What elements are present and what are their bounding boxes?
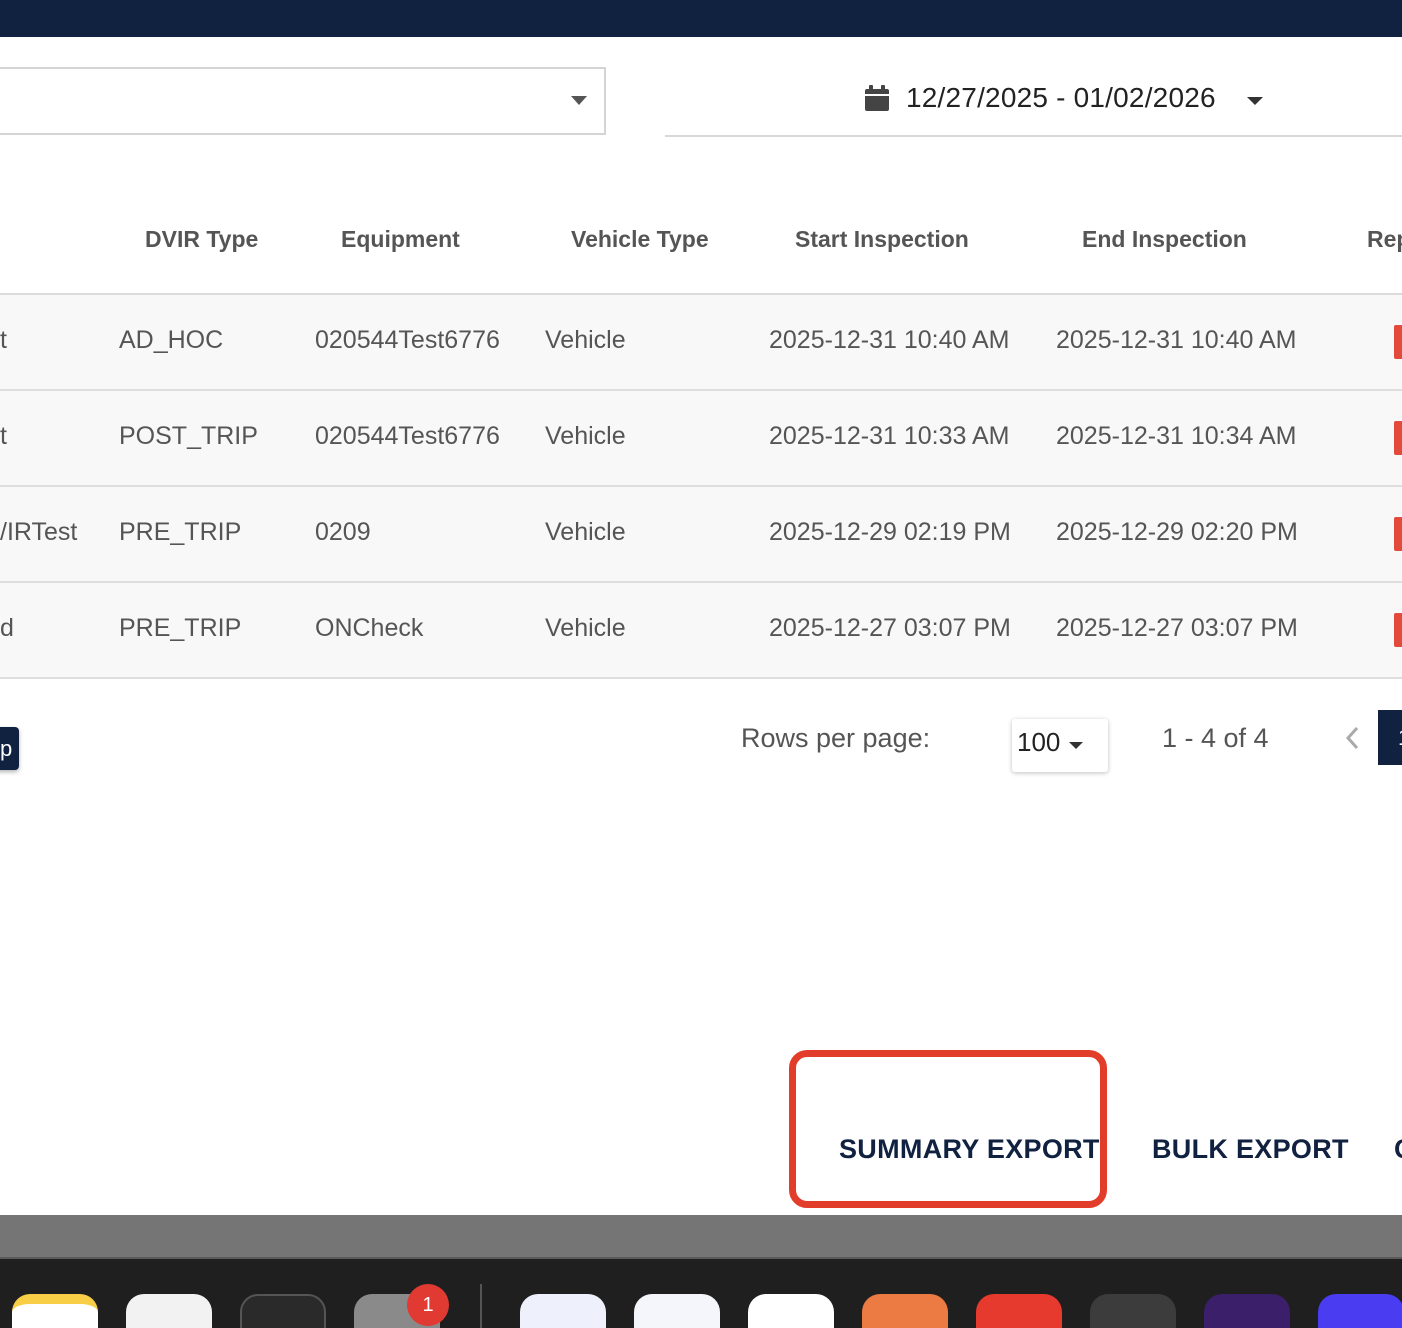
cell-dvir-type: POST_TRIP [119, 422, 258, 450]
pdf-report-icon[interactable] [1394, 421, 1402, 455]
calendar-icon [865, 85, 889, 111]
macos-dock: 1 [0, 1259, 1402, 1328]
cell-end-inspection: 2025-12-29 02:20 PM [1056, 518, 1298, 546]
table-row[interactable]: d PRE_TRIP ONCheck Vehicle 2025-12-27 03… [0, 583, 1402, 679]
cell-dvir-type: AD_HOC [119, 326, 224, 354]
cell-equipment: 020544Test6776 [315, 326, 500, 354]
cell-driver: t [0, 422, 7, 450]
cell-equipment: 0209 [315, 518, 371, 546]
postman-app-icon[interactable] [862, 1294, 948, 1328]
notification-badge: 1 [407, 1284, 449, 1326]
driver-select[interactable] [0, 67, 606, 135]
column-header-start-inspection[interactable]: Start Inspection [795, 226, 969, 253]
cell-vehicle-type: Vehicle [545, 422, 626, 450]
pdf-report-icon[interactable] [1394, 613, 1402, 647]
browser-bottom-bar [0, 1215, 1402, 1259]
table-row[interactable]: t POST_TRIP 020544Test6776 Vehicle 2025-… [0, 391, 1402, 487]
cell-dvir-type: PRE_TRIP [119, 518, 242, 546]
sublime-app-icon[interactable] [1090, 1294, 1176, 1328]
cell-end-inspection: 2025-12-31 10:34 AM [1056, 422, 1297, 450]
column-header-equipment[interactable]: Equipment [341, 226, 460, 253]
intellij-app-icon[interactable] [1318, 1294, 1402, 1328]
bulk-export-button[interactable]: BULK EXPORT [1152, 1134, 1349, 1165]
page-number-button[interactable]: 1 [1378, 710, 1402, 765]
pdf-report-icon[interactable] [1394, 325, 1402, 359]
table-row[interactable]: t AD_HOC 020544Test6776 Vehicle 2025-12-… [0, 295, 1402, 391]
cell-driver: t [0, 326, 7, 354]
cell-end-inspection: 2025-12-27 03:07 PM [1056, 614, 1298, 642]
cell-start-inspection: 2025-12-29 02:19 PM [769, 518, 1011, 546]
cell-equipment: 020544Test6776 [315, 422, 500, 450]
pdf-report-icon[interactable] [1394, 517, 1402, 551]
date-range-caret-icon[interactable] [1247, 97, 1263, 105]
top-app-bar [0, 0, 1402, 37]
summary-export-button[interactable]: SUMMARY EXPORT [839, 1134, 1100, 1165]
teams-app-icon[interactable] [520, 1294, 606, 1328]
date-range-text[interactable]: 12/27/2025 - 01/02/2026 [906, 82, 1216, 114]
column-header-report[interactable]: Rep [1367, 226, 1402, 253]
left-action-button[interactable]: p [0, 727, 19, 770]
stack-app-icon[interactable] [634, 1294, 720, 1328]
cell-driver: d [0, 614, 14, 642]
red-app-icon[interactable] [976, 1294, 1062, 1328]
cell-end-inspection: 2025-12-31 10:40 AM [1056, 326, 1297, 354]
cell-dvir-type: PRE_TRIP [119, 614, 242, 642]
cell-start-inspection: 2025-12-31 10:33 AM [769, 422, 1010, 450]
dock-separator [480, 1284, 482, 1328]
pagination-range: 1 - 4 of 4 [1162, 723, 1269, 753]
cell-vehicle-type: Vehicle [545, 614, 626, 642]
cell-vehicle-type: Vehicle [545, 518, 626, 546]
rows-per-page-label: Rows per page: [741, 723, 931, 753]
export-button-cut[interactable]: C [1394, 1134, 1402, 1165]
rows-per-page-value: 100 [1017, 727, 1061, 757]
annotation-highlight-box [789, 1050, 1107, 1208]
column-header-vehicle-type[interactable]: Vehicle Type [571, 226, 709, 253]
column-header-end-inspection[interactable]: End Inspection [1082, 226, 1247, 253]
table-row[interactable]: /IRTest PRE_TRIP 0209 Vehicle 2025-12-29… [0, 487, 1402, 583]
cell-start-inspection: 2025-12-27 03:07 PM [769, 614, 1011, 642]
notebook-app-icon[interactable] [748, 1294, 834, 1328]
chevron-left-icon[interactable] [1340, 722, 1366, 754]
cell-equipment: ONCheck [315, 614, 424, 642]
terminal-app-icon[interactable] [240, 1294, 326, 1328]
cell-start-inspection: 2025-12-31 10:40 AM [769, 326, 1010, 354]
chevron-down-icon[interactable] [571, 96, 587, 105]
column-header-dvir-type[interactable]: DVIR Type [145, 226, 258, 253]
cell-vehicle-type: Vehicle [545, 326, 626, 354]
notes-app-icon[interactable] [12, 1294, 98, 1328]
rows-per-page-select[interactable]: 100 [1012, 719, 1108, 772]
cell-driver: /IRTest [0, 518, 78, 546]
chevron-down-icon [1069, 742, 1083, 749]
firefox-app-icon[interactable] [1204, 1294, 1290, 1328]
preview-app-icon[interactable] [126, 1294, 212, 1328]
